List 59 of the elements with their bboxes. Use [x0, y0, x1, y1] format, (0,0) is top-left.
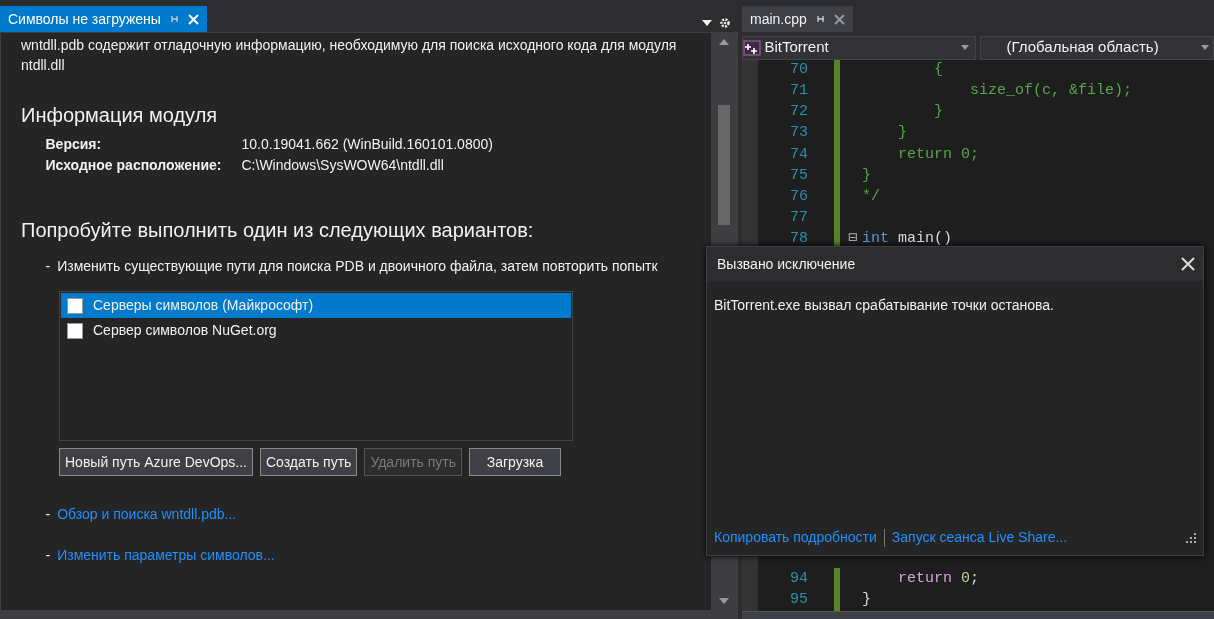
- option-text: Изменить существующие пути для поиска PDB и двоичного файла, затем повторить попытк: [57, 257, 658, 276]
- exception-message: BitTorrent.exe вызвал срабатывание точки останова.: [713, 296, 1055, 315]
- code-line: }: [933, 102, 943, 123]
- code-line: }: [862, 589, 871, 610]
- line-number: 95: [789, 589, 808, 610]
- code-line: */: [862, 186, 880, 207]
- field-label: Версия:: [45, 135, 103, 154]
- scroll-up-icon[interactable]: [719, 39, 729, 45]
- field-value: 10.0.19041.662 (WinBuild.160101.0800): [241, 135, 493, 154]
- line-number: 94: [789, 568, 808, 589]
- link[interactable]: Обзор и поиска wntdll.pdb...: [57, 504, 237, 525]
- description-text: wntdll.pdb содержит отладочную информацию, необходимую для поиска исходного кода для модуля ntdll.dll: [21, 36, 678, 75]
- dropdown-arrow-icon[interactable]: [702, 19, 712, 26]
- project-icon: [743, 39, 761, 56]
- button[interactable]: Создать путь: [260, 448, 358, 476]
- line-number: 77: [789, 208, 808, 229]
- button[interactable]: Загрузка: [469, 448, 562, 476]
- checkbox[interactable]: [67, 322, 83, 339]
- scrollbar-thumb[interactable]: [718, 105, 730, 225]
- button[interactable]: Новый путь Azure DevOps...: [59, 448, 253, 476]
- field-value: C:\Windows\SysWOW64\ntdll.dll: [241, 156, 444, 175]
- checkbox[interactable]: [67, 297, 83, 314]
- code-line: size_of(c, &file);: [969, 81, 1133, 102]
- code-line: int main(): [862, 229, 953, 250]
- line-number: 71: [789, 81, 808, 102]
- pin-icon[interactable]: [814, 13, 826, 25]
- code-line: return 0;: [897, 568, 980, 589]
- line-number: 73: [789, 123, 808, 144]
- settings-icon[interactable]: [719, 16, 731, 29]
- bullet-dash: -: [45, 257, 51, 276]
- bullet-dash: -: [45, 546, 51, 565]
- code-line: return 0;: [897, 144, 980, 165]
- line-number: 74: [789, 144, 808, 165]
- project-dropdown[interactable]: BitTorrent: [742, 35, 976, 60]
- horizontal-scrollbar[interactable]: [0, 611, 738, 619]
- list-item[interactable]: Серверы символов (Майкрософт): [61, 293, 571, 318]
- document-tab[interactable]: Символы не загружены: [0, 6, 207, 32]
- bullet-dash: -: [45, 505, 51, 524]
- code-line: {: [933, 59, 943, 80]
- link[interactable]: Запуск сеанса Live Share...: [891, 527, 1068, 548]
- document-tab[interactable]: main.cpp: [742, 6, 853, 32]
- scope-dropdown[interactable]: (Глобальная область): [979, 35, 1214, 60]
- section-heading: Попробуйте выполнить один из следующих вариантов:: [21, 218, 535, 242]
- line-number: 70: [789, 59, 808, 80]
- link[interactable]: Копировать подробности: [714, 527, 877, 548]
- pin-icon[interactable]: [168, 13, 180, 25]
- field-label: Исходное расположение:: [45, 156, 223, 175]
- link[interactable]: Изменить параметры символов...: [57, 545, 275, 566]
- line-number: 75: [789, 165, 808, 186]
- line-number: 78: [789, 229, 808, 250]
- line-number: 76: [789, 186, 808, 207]
- list-item[interactable]: Сервер символов NuGet.org: [61, 318, 571, 343]
- code-line: }: [897, 123, 907, 144]
- popup-title: Вызвано исключение: [717, 254, 856, 274]
- line-number: 72: [789, 102, 808, 123]
- section-heading: Информация модуля: [21, 103, 219, 127]
- resize-grip-icon[interactable]: [1186, 532, 1196, 543]
- code-line: }: [862, 165, 871, 186]
- scroll-down-icon[interactable]: [719, 598, 729, 604]
